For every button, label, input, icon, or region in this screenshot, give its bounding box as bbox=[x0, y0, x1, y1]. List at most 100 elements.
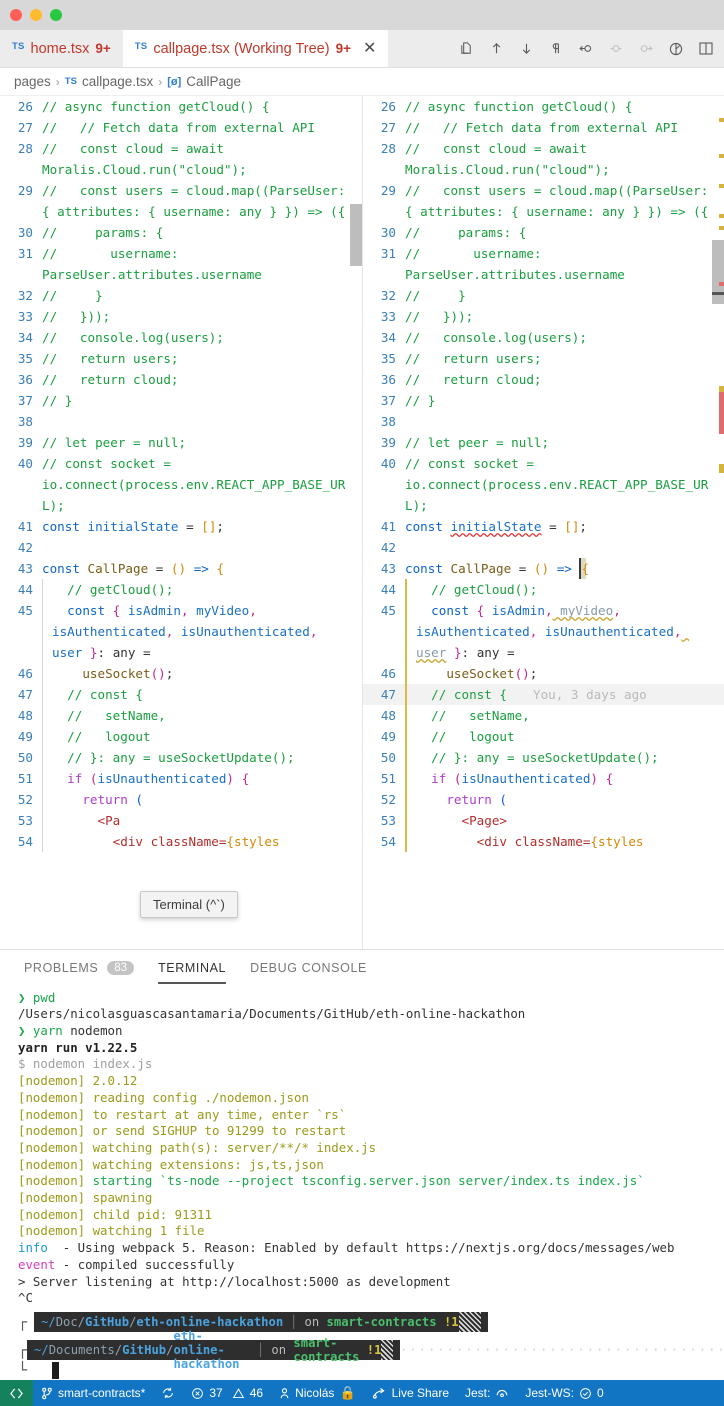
code-line[interactable]: 30 // params: { bbox=[0, 222, 362, 243]
code-line[interactable]: 29 // const users = cloud.map((ParseUser:… bbox=[0, 180, 362, 222]
code-line[interactable]: 47 // const {You, 3 days ago bbox=[363, 684, 724, 705]
open-changes-icon[interactable] bbox=[454, 37, 478, 61]
git-branch-status[interactable]: smart-contracts* bbox=[33, 1380, 153, 1406]
code-line[interactable]: 34 // console.log(users); bbox=[363, 327, 724, 348]
code-line[interactable]: 35 // return users; bbox=[363, 348, 724, 369]
tab-problem-badge: 9+ bbox=[335, 41, 351, 56]
code-line[interactable]: 42 bbox=[363, 537, 724, 558]
code-token: ) bbox=[590, 771, 599, 786]
code-line[interactable]: 26 // async function getCloud() { bbox=[0, 96, 362, 117]
code-line[interactable]: 54 <div className={styles bbox=[363, 831, 724, 852]
code-line[interactable]: 34 // console.log(users); bbox=[0, 327, 362, 348]
code-line[interactable]: 50 // }: any = useSocketUpdate(); bbox=[363, 747, 724, 768]
code-line[interactable]: 49 // logout bbox=[363, 726, 724, 747]
toggle-theme-icon[interactable] bbox=[664, 37, 688, 61]
prompt-input-line[interactable]: └ bbox=[18, 1360, 724, 1380]
code-line[interactable]: 48 // setName, bbox=[0, 705, 362, 726]
code-line[interactable]: 33 // })); bbox=[0, 306, 362, 327]
breadcrumb-item-symbol[interactable]: CallPage bbox=[186, 74, 241, 89]
code-line[interactable]: 53 <Pa bbox=[0, 810, 362, 831]
code-line[interactable]: 52 return ( bbox=[363, 789, 724, 810]
close-window-button[interactable] bbox=[10, 9, 22, 21]
code-line[interactable]: 28 // const cloud = await Moralis.Cloud.r… bbox=[363, 138, 724, 180]
code-line[interactable]: 40 // const socket = io.connect(process.e… bbox=[0, 453, 362, 516]
sync-icon[interactable] bbox=[153, 1380, 183, 1406]
code-line[interactable]: 38 bbox=[363, 411, 724, 432]
code-line[interactable]: 39 // let peer = null; bbox=[0, 432, 362, 453]
code-line[interactable]: 41 const initialState = []; bbox=[0, 516, 362, 537]
code-line[interactable]: 26 // async function getCloud() { bbox=[363, 96, 724, 117]
toggle-whitespace-icon[interactable] bbox=[544, 37, 568, 61]
tab-home-tsx[interactable]: TS home.tsx 9+ bbox=[0, 30, 123, 67]
diff-editor-original-pane[interactable]: 26 // async function getCloud() {27 // // … bbox=[0, 96, 362, 949]
remote-window-icon[interactable] bbox=[0, 1380, 33, 1406]
split-editor-icon[interactable] bbox=[694, 37, 718, 61]
code-line[interactable]: 27 // // Fetch data from external API bbox=[0, 117, 362, 138]
scrollbar-thumb[interactable] bbox=[350, 204, 362, 266]
code-line[interactable]: 31 // username: ParseUser.attributes.user… bbox=[0, 243, 362, 285]
code-line[interactable]: 37 // } bbox=[363, 390, 724, 411]
account-status[interactable]: Nicolás 🔒 bbox=[271, 1380, 364, 1406]
code-line[interactable]: 47 // const { bbox=[0, 684, 362, 705]
problems-status[interactable]: 37 46 bbox=[183, 1380, 271, 1406]
code-line[interactable]: 51 if (isUnauthenticated) { bbox=[363, 768, 724, 789]
code-line[interactable]: 51 if (isUnauthenticated) { bbox=[0, 768, 362, 789]
code-line[interactable]: 54 <div className={styles bbox=[0, 831, 362, 852]
tab-callpage-tsx-working-tree[interactable]: TS callpage.tsx (Working Tree) 9+ ✕ bbox=[122, 30, 389, 67]
code-line[interactable]: 36 // return cloud; bbox=[0, 369, 362, 390]
code-line[interactable]: 53 <Page> bbox=[363, 810, 724, 831]
terminal-line: info - Using webpack 5. Reason: Enabled … bbox=[18, 1240, 724, 1257]
code-line[interactable]: 39 // let peer = null; bbox=[363, 432, 724, 453]
code-line[interactable]: 46 useSocket(); bbox=[0, 663, 362, 684]
jest-status[interactable]: Jest: bbox=[457, 1380, 517, 1406]
code-line[interactable]: 40 // const socket = io.connect(process.e… bbox=[363, 453, 724, 516]
zoom-window-button[interactable] bbox=[50, 9, 62, 21]
code-line[interactable]: 27 // // Fetch data from external API bbox=[363, 117, 724, 138]
jest-ws-status[interactable]: Jest-WS: 0 bbox=[517, 1380, 611, 1406]
line-number: 30 bbox=[380, 225, 396, 240]
terminal-output[interactable]: ❯ pwd/Users/nicolasguascasantamaria/Docu… bbox=[0, 985, 724, 1307]
code-line[interactable]: 41 const initialState = []; bbox=[363, 516, 724, 537]
tab-terminal[interactable]: TERMINAL bbox=[158, 950, 227, 986]
code-line[interactable]: 30 // params: { bbox=[363, 222, 724, 243]
code-line[interactable]: 42 bbox=[0, 537, 362, 558]
code-line[interactable]: 33 // })); bbox=[363, 306, 724, 327]
code-line[interactable]: 32 // } bbox=[363, 285, 724, 306]
breadcrumb-item-file[interactable]: callpage.tsx bbox=[82, 74, 153, 89]
terminal-text: ❯ bbox=[18, 989, 33, 1005]
code-line[interactable]: 31 // username: ParseUser.attributes.user… bbox=[363, 243, 724, 285]
previous-change-icon[interactable] bbox=[484, 37, 508, 61]
live-share-status[interactable]: Live Share bbox=[364, 1380, 457, 1406]
stage-change-icon[interactable] bbox=[574, 37, 598, 61]
breadcrumb-item-pages[interactable]: pages bbox=[14, 74, 51, 89]
tab-problems[interactable]: PROBLEMS 83 bbox=[24, 950, 135, 986]
code-line[interactable]: 52 return ( bbox=[0, 789, 362, 810]
close-icon[interactable]: ✕ bbox=[363, 40, 376, 57]
code-text: // async function getCloud() { bbox=[405, 96, 724, 117]
code-line[interactable]: 49 // logout bbox=[0, 726, 362, 747]
code-line[interactable]: 38 bbox=[0, 411, 362, 432]
revert-change-icon[interactable] bbox=[634, 37, 658, 61]
code-token: // logout bbox=[52, 729, 151, 744]
code-line[interactable]: 50 // }: any = useSocketUpdate(); bbox=[0, 747, 362, 768]
code-line[interactable]: 46 useSocket(); bbox=[363, 663, 724, 684]
code-line[interactable]: 35 // return users; bbox=[0, 348, 362, 369]
code-line[interactable]: 43 const CallPage = () => { bbox=[0, 558, 362, 579]
code-line[interactable]: 28 // const cloud = await Moralis.Cloud.r… bbox=[0, 138, 362, 180]
code-line[interactable]: 32 // } bbox=[0, 285, 362, 306]
code-line[interactable]: 36 // return cloud; bbox=[363, 369, 724, 390]
diff-editor-modified-pane[interactable]: 26 // async function getCloud() {27 // // … bbox=[362, 96, 724, 949]
code-token: return bbox=[52, 792, 136, 807]
code-line[interactable]: 29 // const users = cloud.map((ParseUser:… bbox=[363, 180, 724, 222]
code-line[interactable]: 44 // getCloud(); bbox=[0, 579, 362, 600]
code-line[interactable]: 45 const { isAdmin, myVideo, isAuthentic… bbox=[0, 600, 362, 663]
code-line[interactable]: 37 // } bbox=[0, 390, 362, 411]
unstage-change-icon[interactable] bbox=[604, 37, 628, 61]
next-change-icon[interactable] bbox=[514, 37, 538, 61]
minimize-window-button[interactable] bbox=[30, 9, 42, 21]
code-line[interactable]: 48 // setName, bbox=[363, 705, 724, 726]
code-line[interactable]: 43 const CallPage = () => { bbox=[363, 558, 724, 579]
code-line[interactable]: 44 // getCloud(); bbox=[363, 579, 724, 600]
tab-debug-console[interactable]: DEBUG CONSOLE bbox=[250, 950, 367, 986]
code-line[interactable]: 45 const { isAdmin, myVideo, isAuthentic… bbox=[363, 600, 724, 663]
